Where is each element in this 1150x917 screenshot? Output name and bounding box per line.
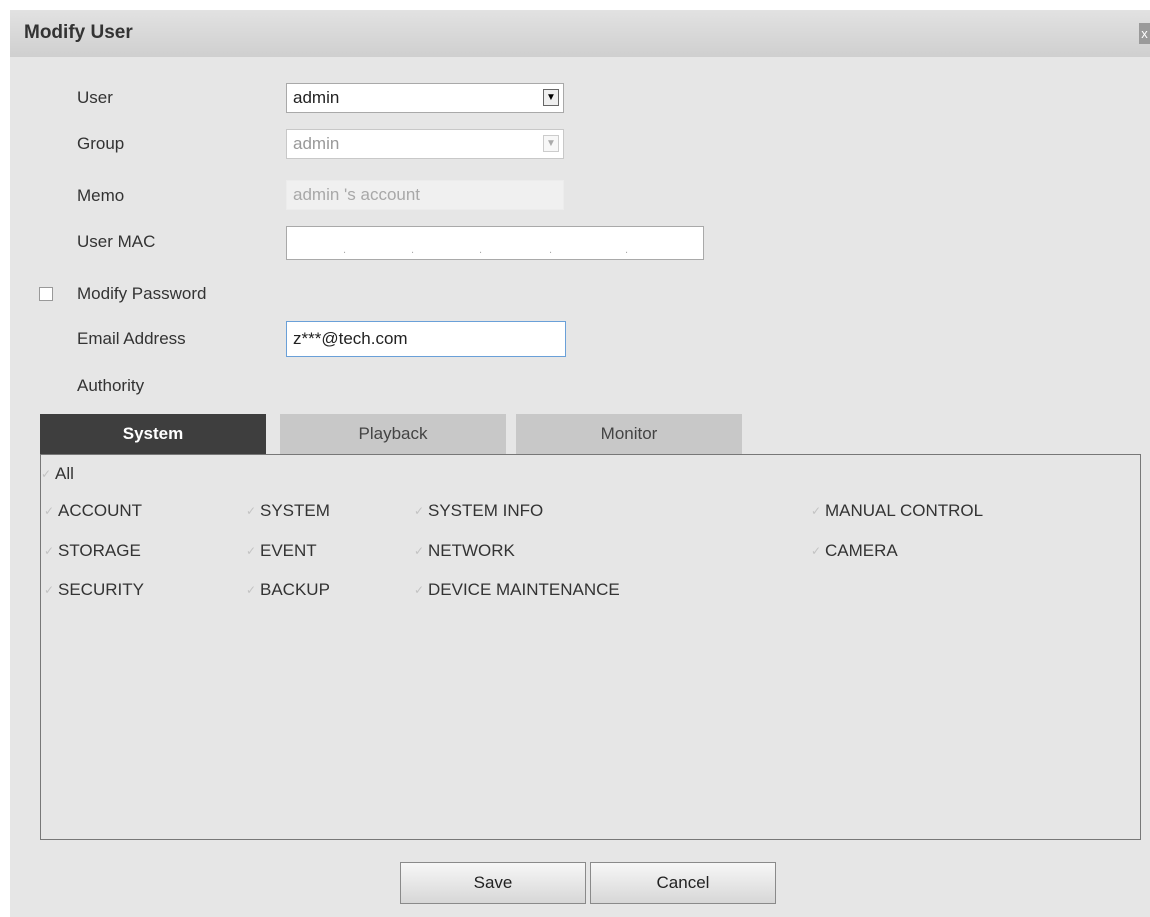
modify-password-checkbox[interactable]	[39, 287, 53, 301]
permission-system[interactable]: ✓ SYSTEM	[246, 501, 330, 521]
check-icon: ✓	[246, 544, 257, 558]
mac-separator: .	[343, 244, 347, 256]
cancel-button[interactable]: Cancel	[590, 862, 776, 904]
permission-system-info[interactable]: ✓ SYSTEM INFO	[414, 501, 543, 521]
permission-network[interactable]: ✓ NETWORK	[414, 541, 515, 561]
user-select-value: admin	[293, 88, 340, 107]
memo-field: admin 's account	[286, 180, 564, 210]
permission-camera[interactable]: ✓ CAMERA	[811, 541, 898, 561]
authority-label: Authority	[77, 376, 145, 395]
modify-user-dialog: Modify User x User admin ▼ Group admin ▼…	[10, 10, 1150, 917]
chevron-down-icon[interactable]: ▼	[543, 89, 559, 106]
user-mac-field[interactable]: . . . . .	[286, 226, 704, 260]
check-icon: ✓	[414, 504, 425, 518]
mac-separator: .	[479, 244, 483, 256]
dialog-titlebar: Modify User x	[10, 10, 1150, 57]
user-label: User	[77, 88, 113, 107]
permission-device-maintenance[interactable]: ✓ DEVICE MAINTENANCE	[414, 580, 620, 600]
check-icon: ✓	[811, 544, 822, 558]
mac-separator: .	[411, 244, 415, 256]
tab-system[interactable]: System	[40, 414, 266, 454]
check-icon: ✓	[414, 583, 425, 597]
check-icon: ✓	[811, 504, 822, 518]
email-field[interactable]: z***@tech.com	[286, 321, 566, 357]
chevron-down-icon: ▼	[543, 135, 559, 152]
check-icon: ✓	[414, 544, 425, 558]
tab-monitor[interactable]: Monitor	[516, 414, 742, 454]
check-icon: ✓	[44, 544, 55, 558]
close-icon[interactable]: x	[1139, 23, 1150, 44]
email-value: z***@tech.com	[293, 329, 408, 348]
mac-separator: .	[549, 244, 553, 256]
permission-all[interactable]: ✓ All	[41, 464, 74, 484]
permission-manual-control[interactable]: ✓ MANUAL CONTROL	[811, 501, 983, 521]
modify-password-label: Modify Password	[77, 284, 207, 303]
group-select-value: admin	[293, 134, 340, 153]
save-button[interactable]: Save	[400, 862, 586, 904]
permission-security[interactable]: ✓ SECURITY	[44, 580, 144, 600]
check-icon: ✓	[41, 467, 52, 481]
check-icon: ✓	[246, 504, 257, 518]
group-label: Group	[77, 134, 125, 153]
permission-backup[interactable]: ✓ BACKUP	[246, 580, 330, 600]
check-icon: ✓	[44, 504, 55, 518]
check-icon: ✓	[246, 583, 257, 597]
user-mac-label: User MAC	[77, 232, 156, 251]
mac-separator: .	[625, 244, 629, 256]
memo-label: Memo	[77, 186, 125, 205]
user-select[interactable]: admin ▼	[286, 83, 564, 113]
permission-storage[interactable]: ✓ STORAGE	[44, 541, 141, 561]
email-label: Email Address	[77, 329, 186, 348]
permission-account[interactable]: ✓ ACCOUNT	[44, 501, 142, 521]
dialog-title: Modify User	[24, 22, 133, 43]
memo-value: admin 's account	[293, 185, 421, 204]
group-select: admin ▼	[286, 129, 564, 159]
permission-event[interactable]: ✓ EVENT	[246, 541, 317, 561]
tab-playback[interactable]: Playback	[280, 414, 506, 454]
check-icon: ✓	[44, 583, 55, 597]
